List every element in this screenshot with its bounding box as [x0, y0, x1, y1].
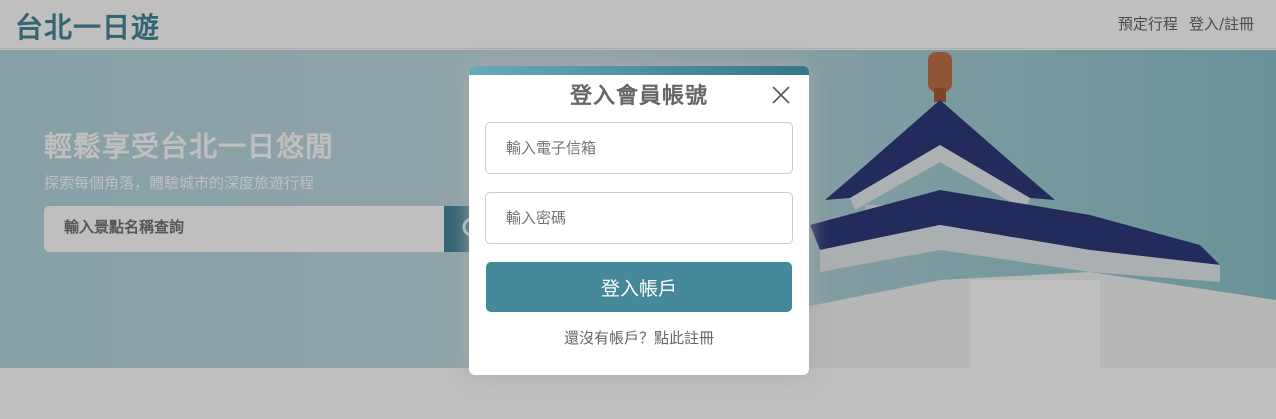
close-icon: [772, 86, 790, 104]
close-button[interactable]: [770, 84, 792, 106]
modal-title: 登入會員帳號: [569, 84, 708, 109]
password-field[interactable]: [485, 192, 793, 244]
login-submit-button[interactable]: 登入帳戶: [486, 262, 792, 312]
modal-top-bar: [469, 66, 809, 75]
email-field[interactable]: [485, 122, 793, 174]
register-link[interactable]: 還沒有帳戶？點此註冊: [469, 327, 809, 348]
login-modal: 登入會員帳號 登入帳戶 還沒有帳戶？點此註冊: [469, 66, 809, 375]
